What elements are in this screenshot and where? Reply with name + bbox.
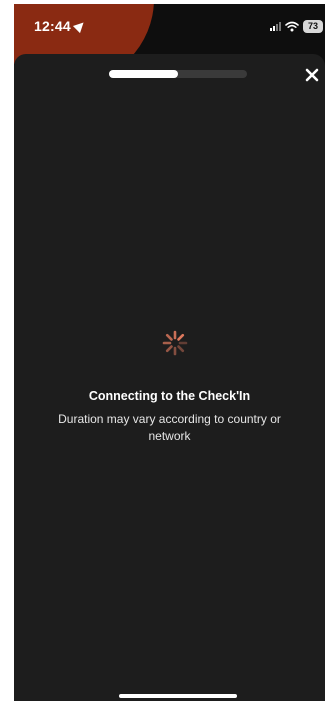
status-time-text: 12:44	[34, 18, 71, 34]
progress-bar-fill	[109, 70, 178, 78]
close-icon	[305, 68, 319, 82]
battery-icon: 73	[303, 19, 323, 33]
checkin-sheet: Connecting to the Check'In Duration may …	[14, 54, 325, 701]
wifi-icon	[285, 21, 299, 32]
signal-icon	[270, 21, 281, 31]
home-indicator	[119, 694, 237, 698]
status-icons: 73	[270, 18, 323, 34]
status-time: 12:44	[34, 18, 87, 34]
spinner-spoke	[177, 345, 185, 353]
location-arrow-icon	[72, 19, 87, 34]
progress-bar	[109, 70, 247, 78]
spinner-icon	[160, 328, 190, 358]
loading-title: Connecting to the Check'In	[88, 389, 251, 403]
spinner-spoke	[177, 333, 185, 341]
phone-screen: 12:44 73 Connecting to the Check'In Dura…	[14, 4, 325, 701]
loading-subtitle: Duration may vary according to country o…	[58, 412, 281, 443]
spinner-spoke	[165, 333, 173, 341]
close-button[interactable]	[303, 66, 321, 84]
spinner-spoke	[165, 345, 173, 353]
status-bar: 12:44 73	[14, 4, 325, 48]
